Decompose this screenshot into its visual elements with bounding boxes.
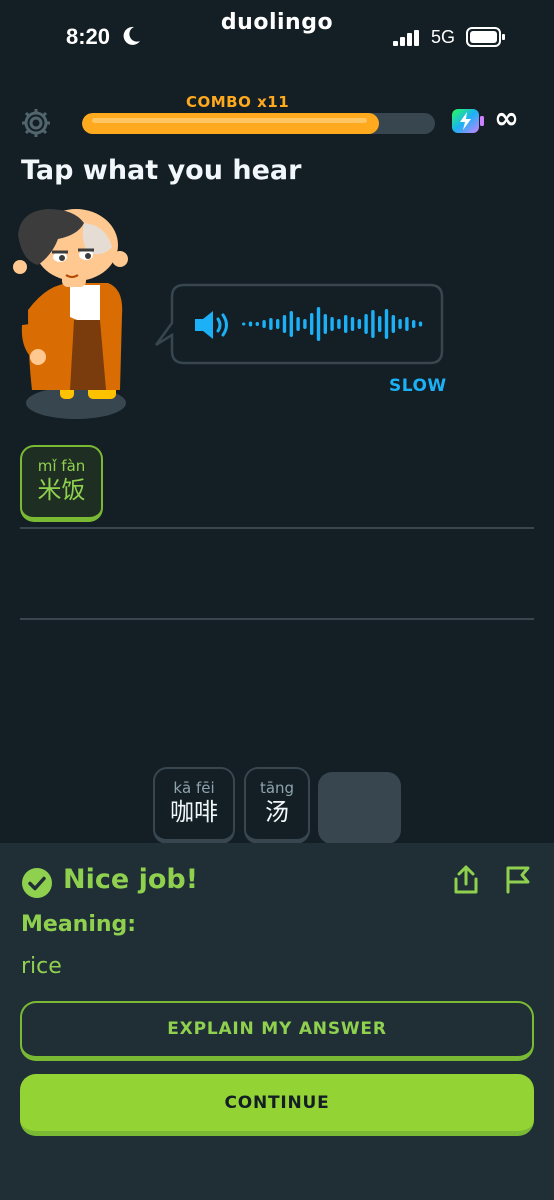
waveform-bar [310, 313, 314, 335]
energy-icon[interactable] [451, 108, 485, 134]
share-icon[interactable] [452, 864, 480, 896]
lesson-progress-bar [82, 113, 435, 134]
waveform-bar [378, 316, 382, 332]
waveform-bar [296, 317, 300, 331]
lesson-progress-fill [82, 113, 379, 134]
waveform-bar [289, 311, 293, 337]
waveform-bar [398, 319, 402, 329]
tile-pinyin: kā fēi [173, 779, 215, 797]
answer-line [20, 618, 534, 620]
tile-pinyin: tāng [259, 779, 295, 797]
waveform-bar [269, 318, 273, 330]
waveform-bar [282, 315, 287, 333]
waveform-bar [330, 317, 334, 331]
meaning-value: rice [21, 954, 62, 979]
waveform-bar [384, 309, 389, 339]
explain-answer-button[interactable]: EXPLAIN MY ANSWER [20, 1001, 534, 1061]
signal-icon [393, 30, 419, 46]
character-illustration [13, 209, 128, 419]
waveform-bar [255, 322, 259, 326]
word-bank-empty-slot [318, 772, 401, 844]
waveform-bar [242, 322, 246, 326]
combo-label: COMBO x11 [186, 93, 290, 111]
waveform-bar [276, 319, 280, 329]
waveform-icon[interactable] [240, 300, 430, 348]
status-bar: 8:20 duolingo 5G [0, 0, 554, 80]
selected-word-tile[interactable]: mǐ fàn 米饭 [20, 445, 103, 522]
energy-value: ∞ [494, 101, 519, 136]
word-bank-tile[interactable]: tāng 汤 [244, 767, 310, 844]
tile-hanzi: 米饭 [37, 476, 86, 504]
speaker-icon[interactable] [193, 309, 233, 341]
waveform-bar [316, 307, 321, 341]
waveform-bar [371, 310, 375, 338]
waveform-bar [303, 319, 307, 329]
slow-audio-button[interactable]: SLOW [389, 376, 447, 396]
network-type: 5G [431, 27, 456, 47]
waveform-bar [412, 320, 416, 328]
waveform-bar [405, 317, 409, 331]
lesson-progress-shine [92, 118, 368, 123]
waveform-bar [344, 315, 348, 333]
waveform-bar [391, 315, 395, 333]
continue-button[interactable]: CONTINUE [20, 1074, 534, 1136]
flag-icon[interactable] [504, 864, 532, 896]
battery-icon [466, 27, 505, 47]
waveform-bar [418, 321, 423, 327]
waveform-bar [337, 319, 341, 329]
waveform-bar [323, 314, 327, 334]
waveform-bar [350, 317, 355, 331]
waveform-bar [357, 319, 361, 329]
tile-pinyin: mǐ fàn [37, 457, 86, 475]
check-circle-icon [22, 868, 52, 898]
tile-hanzi: 咖啡 [170, 798, 218, 826]
waveform-bar [262, 320, 266, 328]
tile-hanzi: 汤 [265, 798, 289, 826]
gear-icon[interactable] [20, 107, 52, 139]
meaning-label: Meaning: [21, 912, 137, 937]
waveform-bar [364, 314, 368, 334]
instruction-title: Tap what you hear [21, 155, 302, 186]
lesson-header: COMBO x11 ∞ [0, 93, 554, 154]
feedback-status: Nice job! [63, 864, 199, 895]
answer-line [20, 527, 534, 529]
waveform-bar [248, 321, 253, 327]
word-bank-tile[interactable]: kā fēi 咖啡 [153, 767, 235, 844]
